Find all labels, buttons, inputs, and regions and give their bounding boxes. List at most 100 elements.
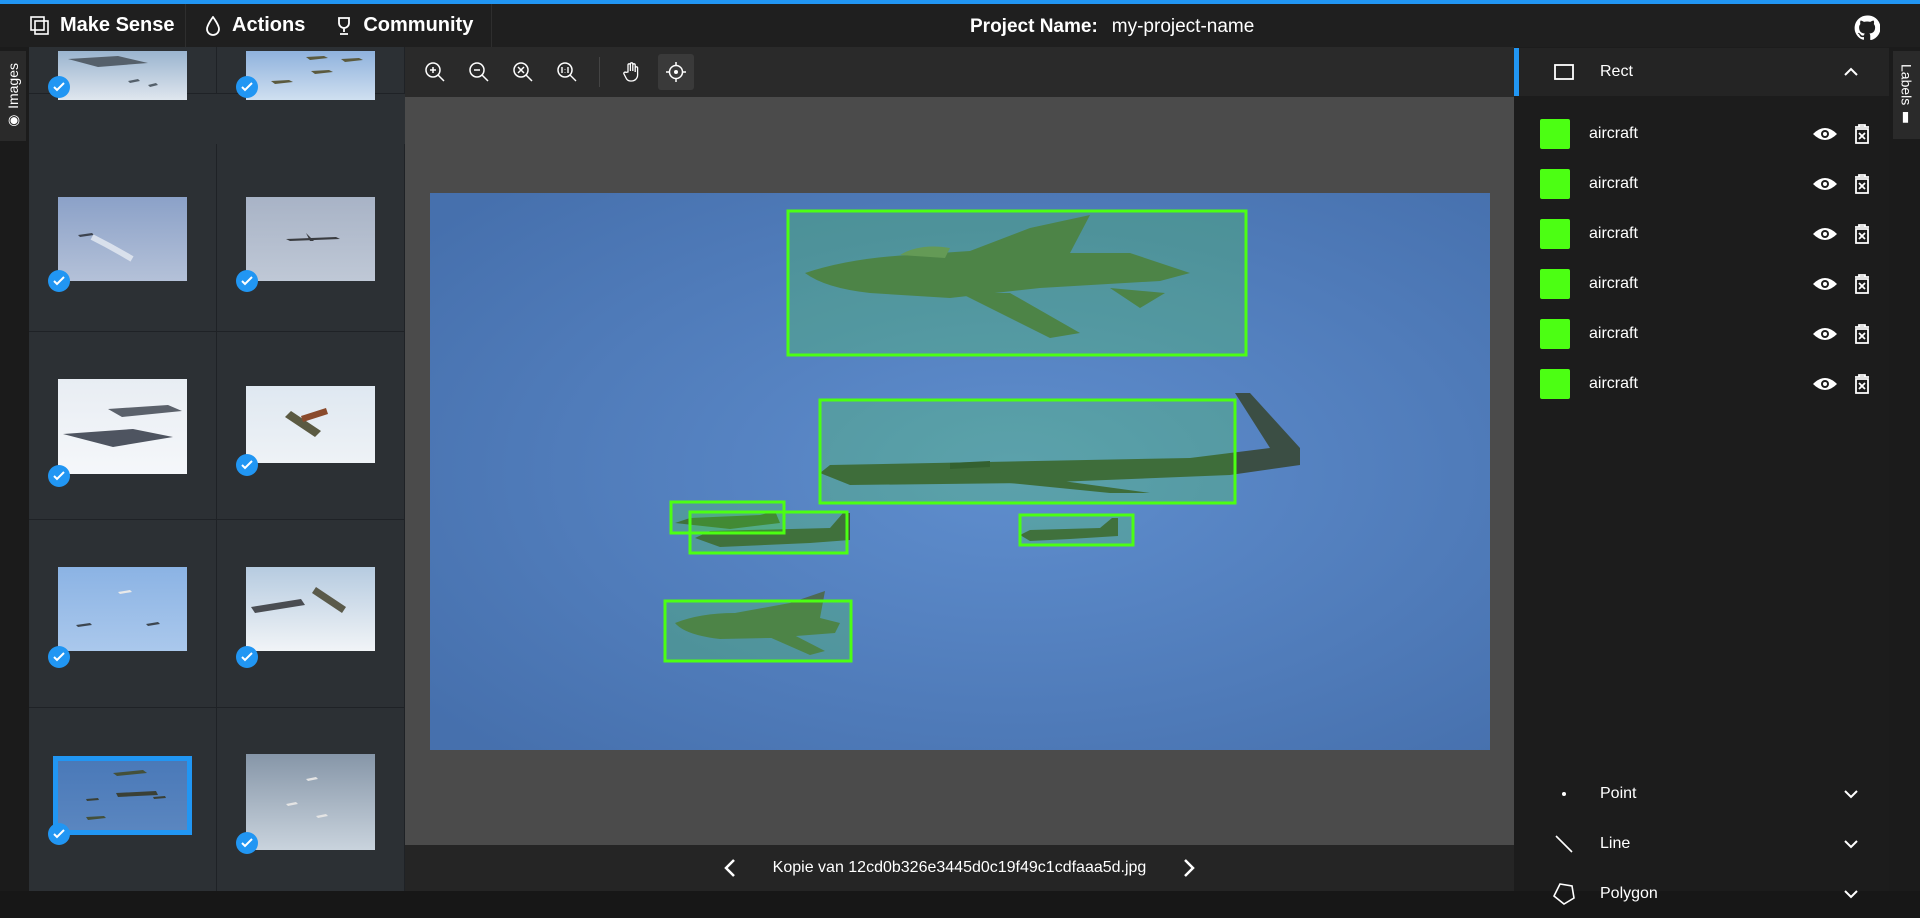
labels-tab[interactable]: Labels ▮ bbox=[1893, 51, 1920, 139]
pan-button[interactable] bbox=[614, 54, 650, 90]
gallery-tile[interactable] bbox=[217, 520, 405, 708]
current-filename: Kopie van 12cd0b326e3445d0c19f49c1cdfaaa… bbox=[772, 859, 1147, 876]
annotated-check-icon bbox=[236, 76, 258, 98]
label-name[interactable]: aircraft bbox=[1589, 375, 1812, 393]
chevron-down-icon[interactable] bbox=[1843, 789, 1859, 799]
gallery-tile[interactable] bbox=[217, 332, 405, 520]
gallery-tile[interactable] bbox=[29, 708, 217, 891]
right-tab-strip: Labels ▮ bbox=[1889, 47, 1920, 891]
eye-icon[interactable] bbox=[1812, 125, 1838, 143]
gallery-thumbnail[interactable] bbox=[246, 51, 375, 100]
gallery-thumbnail[interactable] bbox=[246, 386, 375, 463]
project-name-display: Project Name: my-project-name bbox=[970, 16, 1254, 38]
label-color-swatch[interactable] bbox=[1540, 319, 1570, 349]
annotated-check-icon bbox=[236, 646, 258, 668]
label-color-swatch[interactable] bbox=[1540, 169, 1570, 199]
gallery-tile[interactable] bbox=[217, 144, 405, 332]
camera-icon: ◉ bbox=[5, 109, 21, 129]
gallery-thumbnail[interactable] bbox=[58, 197, 187, 281]
rect-label-section-header[interactable]: Rect bbox=[1514, 48, 1889, 96]
bounding-box-b52[interactable] bbox=[818, 398, 1237, 505]
zoom-out-button[interactable] bbox=[461, 54, 497, 90]
delete-icon[interactable] bbox=[1854, 124, 1870, 144]
point-label-section-header[interactable]: Point bbox=[1514, 770, 1889, 818]
annotated-image[interactable] bbox=[430, 193, 1490, 750]
gallery-thumbnail[interactable] bbox=[246, 197, 375, 281]
bounding-box-f16-top[interactable] bbox=[786, 209, 1248, 357]
label-row[interactable]: aircraft bbox=[1540, 359, 1870, 409]
label-row[interactable]: aircraft bbox=[1540, 309, 1870, 359]
aircraft-thumbnail-image bbox=[76, 590, 160, 627]
zoom-in-button[interactable] bbox=[417, 54, 453, 90]
label-row[interactable]: aircraft bbox=[1540, 109, 1870, 159]
label-name[interactable]: aircraft bbox=[1589, 175, 1812, 193]
zoom-fit-button[interactable] bbox=[505, 54, 541, 90]
label-color-swatch[interactable] bbox=[1540, 269, 1570, 299]
label-color-swatch[interactable] bbox=[1540, 369, 1570, 399]
zoom-actual-button[interactable] bbox=[549, 54, 585, 90]
label-row[interactable]: aircraft bbox=[1540, 209, 1870, 259]
delete-icon[interactable] bbox=[1854, 274, 1870, 294]
community-menu[interactable]: Community bbox=[335, 14, 473, 37]
actions-menu[interactable]: Actions bbox=[204, 14, 305, 37]
label-color-swatch[interactable] bbox=[1540, 119, 1570, 149]
label-name[interactable]: aircraft bbox=[1589, 125, 1812, 143]
delete-icon[interactable] bbox=[1854, 374, 1870, 394]
gallery-thumbnail[interactable] bbox=[246, 567, 375, 651]
chevron-left-icon[interactable] bbox=[723, 858, 737, 878]
bounding-box-small-mid[interactable] bbox=[688, 510, 849, 555]
eye-icon[interactable] bbox=[1812, 175, 1838, 193]
label-name[interactable]: aircraft bbox=[1589, 225, 1812, 243]
zoom-in-icon bbox=[425, 62, 445, 82]
github-icon[interactable] bbox=[1854, 15, 1880, 41]
gallery-tile[interactable] bbox=[29, 47, 217, 100]
aircraft-thumbnail-image bbox=[78, 233, 134, 262]
app-brand[interactable]: Make Sense bbox=[0, 4, 186, 47]
gallery-tile[interactable] bbox=[29, 520, 217, 708]
bounding-box-small-right[interactable] bbox=[1018, 513, 1135, 547]
image-canvas[interactable] bbox=[430, 193, 1490, 750]
project-name-value[interactable]: my-project-name bbox=[1112, 16, 1255, 38]
eye-icon[interactable] bbox=[1812, 325, 1838, 343]
delete-icon[interactable] bbox=[1854, 324, 1870, 344]
gallery-thumbnail[interactable] bbox=[58, 51, 187, 100]
eye-icon[interactable] bbox=[1812, 375, 1838, 393]
label-row[interactable]: aircraft bbox=[1540, 259, 1870, 309]
gallery-tile[interactable] bbox=[29, 332, 217, 520]
gallery-tile[interactable] bbox=[29, 144, 217, 332]
gallery-tile[interactable] bbox=[217, 708, 405, 891]
gallery-thumbnail[interactable] bbox=[246, 754, 375, 850]
app-name: Make Sense bbox=[60, 14, 175, 36]
crosshair-icon bbox=[666, 62, 686, 82]
label-color-swatch[interactable] bbox=[1540, 219, 1570, 249]
images-tab[interactable]: ◉ Images bbox=[0, 51, 26, 141]
label-name[interactable]: aircraft bbox=[1589, 325, 1812, 343]
line-label-section-header[interactable]: Line bbox=[1514, 820, 1889, 868]
tag-icon: ▮ bbox=[1898, 105, 1915, 126]
chevron-down-icon[interactable] bbox=[1843, 839, 1859, 849]
gallery-thumbnail-selected[interactable] bbox=[53, 756, 192, 835]
polygon-icon bbox=[1552, 883, 1575, 905]
eye-icon[interactable] bbox=[1812, 275, 1838, 293]
gallery-tile[interactable] bbox=[217, 47, 405, 100]
bounding-box-f16-bottom[interactable] bbox=[663, 599, 853, 663]
crosshair-button[interactable] bbox=[658, 54, 694, 90]
label-name[interactable]: aircraft bbox=[1589, 275, 1812, 293]
actions-menu-label: Actions bbox=[232, 14, 306, 36]
pan-hand-icon bbox=[623, 62, 639, 82]
chevron-up-icon[interactable] bbox=[1843, 67, 1859, 77]
aircraft-thumbnail-image bbox=[286, 777, 328, 818]
chevron-right-icon[interactable] bbox=[1182, 858, 1196, 878]
image-navigation-footer: Kopie van 12cd0b326e3445d0c19f49c1cdfaaa… bbox=[405, 845, 1514, 891]
polygon-label-section-header[interactable]: Polygon bbox=[1514, 870, 1889, 918]
gallery-thumbnail[interactable] bbox=[58, 567, 187, 651]
label-row[interactable]: aircraft bbox=[1540, 159, 1870, 209]
eye-icon[interactable] bbox=[1812, 225, 1838, 243]
gallery-thumbnail[interactable] bbox=[58, 379, 187, 474]
annotated-check-icon bbox=[48, 823, 70, 845]
delete-icon[interactable] bbox=[1854, 224, 1870, 244]
image-gallery[interactable] bbox=[29, 47, 405, 891]
delete-icon[interactable] bbox=[1854, 174, 1870, 194]
rect-section-label: Rect bbox=[1600, 63, 1633, 80]
editor-toolbar bbox=[405, 47, 1514, 97]
